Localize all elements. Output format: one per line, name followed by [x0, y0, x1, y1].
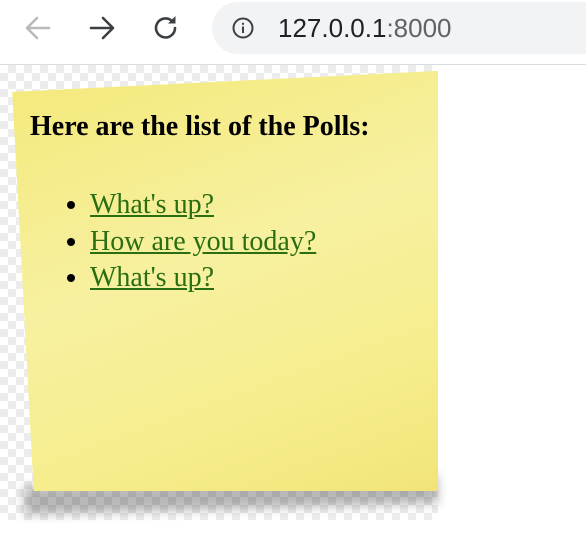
arrow-right-icon	[89, 16, 115, 40]
page-heading: Here are the list of the Polls:	[30, 111, 370, 142]
poll-link[interactable]: What's up?	[90, 189, 214, 220]
reload-icon	[154, 16, 177, 39]
browser-toolbar: 127.0.0.1:8000	[0, 0, 586, 65]
poll-link[interactable]: How are you today?	[90, 226, 316, 257]
info-icon[interactable]	[232, 17, 254, 39]
poll-container: Here are the list of the Polls: What's u…	[30, 109, 430, 293]
url-host: 127.0.0.1	[278, 13, 387, 43]
back-button[interactable]	[22, 12, 54, 44]
url-text[interactable]: 127.0.0.1:8000	[278, 14, 452, 42]
list-item: What's up?	[90, 260, 470, 297]
address-bar[interactable]: 127.0.0.1:8000	[212, 2, 586, 54]
page-viewport: Here are the list of the Polls: What's u…	[0, 65, 586, 558]
poll-list: What's up? How are you today? What's up?	[30, 187, 470, 297]
list-item: How are you today?	[90, 224, 470, 261]
forward-button[interactable]	[86, 12, 118, 44]
list-item: What's up?	[90, 187, 470, 224]
poll-link[interactable]: What's up?	[90, 262, 214, 293]
arrow-left-icon	[25, 16, 51, 40]
url-port: :8000	[386, 13, 452, 43]
reload-button[interactable]	[150, 12, 182, 44]
